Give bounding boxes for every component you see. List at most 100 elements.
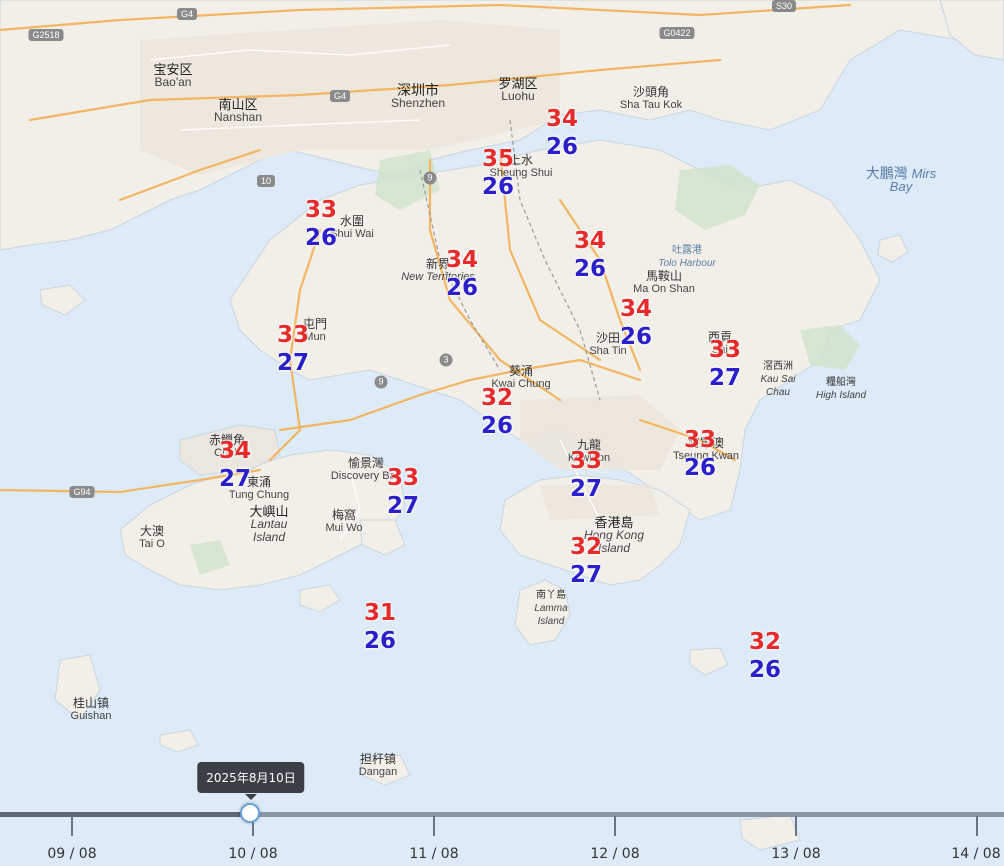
station-low-temp: 27 bbox=[276, 350, 310, 376]
station-tsuen-wan[interactable]: 32 26 bbox=[481, 384, 513, 440]
place-guishan: 桂山镇 Guishan bbox=[71, 697, 112, 723]
place-highisland: 糧船灣 High Island bbox=[816, 376, 866, 402]
place-muiwo-en: Mui Wo bbox=[325, 522, 363, 534]
station-low-temp: 26 bbox=[304, 225, 338, 251]
place-dangan-en: Dangan bbox=[358, 766, 398, 778]
place-kausaichau: 滘西洲 Kau Sai Chau bbox=[755, 360, 801, 399]
station-high-temp: 35 bbox=[481, 146, 515, 172]
place-nanshan: 南山区 Nanshan bbox=[214, 98, 262, 124]
place-baoan-en: Bao'an bbox=[154, 75, 192, 89]
place-shenzhen-en: Shenzhen bbox=[390, 96, 446, 110]
place-guishan-en: Guishan bbox=[70, 710, 112, 722]
road-shield-10: 10 bbox=[256, 175, 276, 187]
timeline-tick bbox=[614, 816, 616, 836]
timeline-handle[interactable] bbox=[240, 803, 260, 823]
place-highisland-zh: 糧船灣 bbox=[826, 377, 856, 388]
station-high-temp: 31 bbox=[363, 600, 397, 626]
place-taio: 大澳 Tai O bbox=[139, 525, 165, 551]
place-mirsbay-zh2: Mirs bbox=[911, 166, 937, 181]
station-high-temp: 32 bbox=[748, 629, 782, 655]
timeline-track-progress bbox=[0, 812, 250, 817]
place-luohu: 罗湖区 Luohu bbox=[498, 77, 537, 103]
place-maonshan: 馬鞍山 Ma On Shan bbox=[633, 270, 695, 296]
station-high-temp: 33 bbox=[304, 197, 338, 223]
place-kausaichau-zh: 滘西洲 bbox=[763, 361, 793, 372]
place-lamma-en: Lamma Island bbox=[534, 603, 568, 627]
road-shield-g2518: G2518 bbox=[28, 29, 64, 41]
station-high-temp: 34 bbox=[545, 106, 579, 132]
station-high-temp: 34 bbox=[445, 247, 479, 273]
road-shield-g94: G94 bbox=[69, 486, 95, 498]
place-shatoukok-en: Sha Tau Kok bbox=[619, 99, 683, 111]
station-low-temp: 27 bbox=[708, 365, 742, 391]
road-shield-g4: G4 bbox=[176, 8, 198, 20]
station-low-temp: 26 bbox=[573, 256, 607, 282]
timeline-tick bbox=[433, 816, 435, 836]
station-lau-fau-shan[interactable]: 33 26 bbox=[305, 196, 337, 252]
date-tooltip-arrow bbox=[245, 794, 257, 800]
station-sheung-shui[interactable]: 35 26 bbox=[482, 145, 514, 201]
station-kowloon[interactable]: 33 27 bbox=[570, 447, 602, 503]
station-hk-island[interactable]: 32 27 bbox=[570, 533, 602, 589]
place-muiwo: 梅窩 Mui Wo bbox=[325, 509, 362, 535]
place-mirsbay-en: Bay bbox=[889, 179, 913, 194]
station-ta-kwu-ling[interactable]: 34 26 bbox=[546, 105, 578, 161]
place-muiwo-zh: 梅窩 bbox=[331, 508, 356, 522]
station-cheung-chau[interactable]: 31 26 bbox=[364, 599, 396, 655]
station-high-temp: 33 bbox=[683, 427, 717, 453]
station-sha-tin[interactable]: 34 26 bbox=[620, 295, 652, 351]
place-luohu-en: Luohu bbox=[501, 89, 535, 103]
station-chek-lap-kok[interactable]: 34 27 bbox=[219, 437, 251, 493]
timeline-label-1408[interactable]: 14 / 08 bbox=[951, 846, 1000, 862]
station-low-temp: 26 bbox=[481, 174, 515, 200]
station-low-temp: 26 bbox=[445, 275, 479, 301]
place-kausaichau-en: Kau Sai Chau bbox=[760, 374, 796, 398]
station-shek-kong[interactable]: 34 26 bbox=[446, 246, 478, 302]
road-shield-g4: G4 bbox=[329, 90, 351, 102]
timeline-label-1308[interactable]: 13 / 08 bbox=[771, 846, 820, 862]
place-lamma: 南丫島 Lamma Island bbox=[531, 589, 571, 628]
road-shield-3: 3 bbox=[439, 353, 453, 367]
station-high-temp: 34 bbox=[619, 296, 653, 322]
station-low-temp: 27 bbox=[569, 562, 603, 588]
station-tseung-kwan-o[interactable]: 33 26 bbox=[684, 426, 716, 482]
road-shield-9: 9 bbox=[423, 171, 437, 185]
road-shield-g0422: G0422 bbox=[659, 27, 695, 39]
timeline-tick bbox=[795, 816, 797, 836]
place-guishan-zh: 桂山镇 bbox=[72, 696, 110, 710]
place-taio-en: Tai O bbox=[139, 538, 165, 550]
timeline-tick bbox=[71, 816, 73, 836]
place-mirsbay: 大鵬灣 Mirs Bay bbox=[866, 166, 937, 194]
station-low-temp: 27 bbox=[569, 476, 603, 502]
station-low-temp: 26 bbox=[619, 324, 653, 350]
place-shatoukok: 沙頭角 Sha Tau Kok bbox=[620, 86, 682, 112]
place-maonshan-zh: 馬鞍山 bbox=[645, 269, 683, 283]
station-low-temp: 27 bbox=[386, 493, 420, 519]
station-high-temp: 33 bbox=[708, 337, 742, 363]
station-low-temp: 27 bbox=[218, 466, 252, 492]
station-tai-po[interactable]: 34 26 bbox=[574, 227, 606, 283]
place-baoan: 宝安区 Bao'an bbox=[153, 63, 192, 89]
timeline-slider[interactable]: 09 / 08 10 / 08 11 / 08 12 / 08 13 / 08 … bbox=[0, 810, 1004, 866]
station-waglan[interactable]: 32 26 bbox=[749, 628, 781, 684]
timeline-tick bbox=[976, 816, 978, 836]
place-kwaichung-zh: 葵涌 bbox=[508, 364, 534, 378]
timeline-label-0908[interactable]: 09 / 08 bbox=[47, 846, 96, 862]
place-dangan: 担杆镇 Dangan bbox=[359, 753, 398, 779]
place-dangan-zh: 担杆镇 bbox=[359, 752, 397, 766]
station-low-temp: 26 bbox=[363, 628, 397, 654]
station-sai-kung[interactable]: 33 27 bbox=[709, 336, 741, 392]
station-high-temp: 34 bbox=[573, 228, 607, 254]
timeline-label-1008[interactable]: 10 / 08 bbox=[228, 846, 277, 862]
timeline-label-1208[interactable]: 12 / 08 bbox=[590, 846, 639, 862]
station-high-temp: 33 bbox=[569, 448, 603, 474]
station-discovery-bay[interactable]: 33 27 bbox=[387, 464, 419, 520]
place-lantau-en: Lantau Island bbox=[250, 517, 288, 544]
place-lantau: 大嶼山 Lantau Island bbox=[239, 505, 299, 544]
timeline-label-1108[interactable]: 11 / 08 bbox=[409, 846, 458, 862]
station-low-temp: 26 bbox=[545, 134, 579, 160]
place-nanshan-en: Nanshan bbox=[213, 110, 263, 124]
station-tuen-mun[interactable]: 33 27 bbox=[277, 321, 309, 377]
road-shield-9: 9 bbox=[374, 375, 388, 389]
road-shield-s30: S30 bbox=[771, 0, 797, 12]
